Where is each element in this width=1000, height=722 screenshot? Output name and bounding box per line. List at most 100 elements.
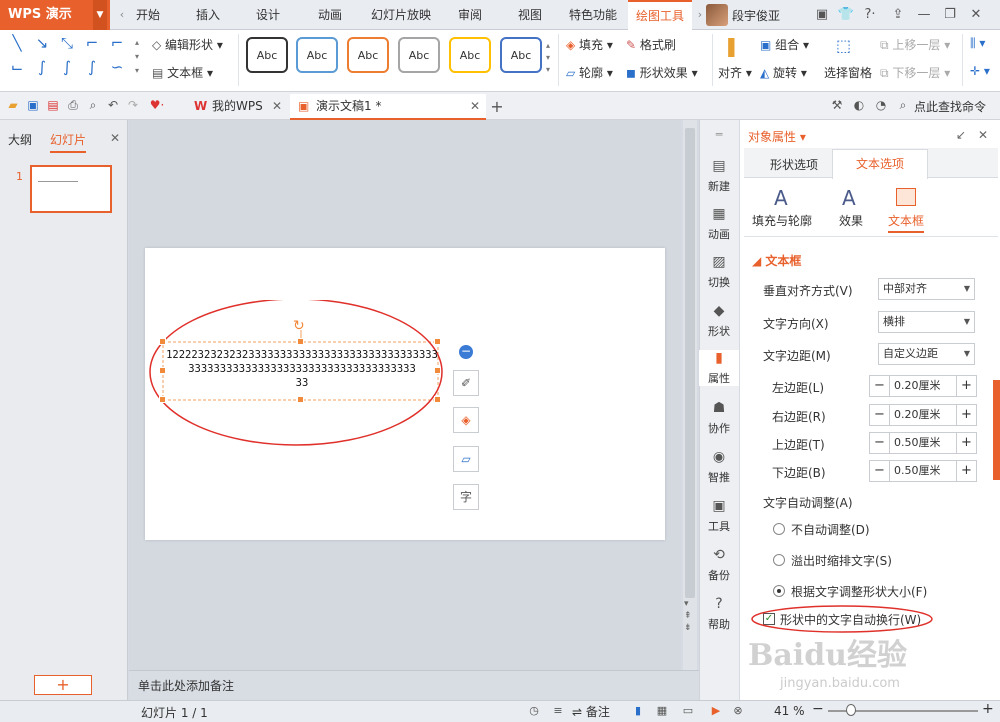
shape-style-1[interactable]: Abc [246,37,288,73]
outline-float-button[interactable]: ▱ [453,446,479,472]
collapse-icon[interactable]: − [459,345,473,359]
shape-style-float-button[interactable]: ✐ [453,370,479,396]
close-tab-icon[interactable]: ✕ [272,94,282,118]
close-icon[interactable]: ✕ [966,5,986,25]
tab-view[interactable]: 视图 [510,0,550,30]
group-button[interactable]: ▣ 组合 ▾ [760,36,809,53]
print-preview-icon[interactable]: ⌕ [84,96,102,114]
line-shapes-gallery[interactable]: ╲ ↘ ⤡ ⌐ ⌐ ⌙ ∫ ∫ ∫ ∽ [6,34,134,80]
shape-effects-button[interactable]: ◼ 形状效果 ▾ [626,64,698,81]
task-smart[interactable]: ◉ 智推 [699,449,739,485]
add-slide-button[interactable]: + [34,675,92,695]
decrement-icon[interactable]: − [870,461,890,481]
save-icon[interactable]: ▣ [24,96,42,114]
user-avatar[interactable] [706,4,728,26]
format-painter-button[interactable]: ✎ 格式刷 [626,36,676,53]
tab-review[interactable]: 审阅 [450,0,490,30]
object-properties-header[interactable]: 对象属性 ▾ [748,128,806,145]
user-name[interactable]: 段宇俊亚 [732,7,780,24]
resize-handle[interactable] [434,338,441,345]
resize-handle[interactable] [297,338,304,345]
subtab-effect[interactable]: 效果 [839,212,863,229]
tab-insert[interactable]: 插入 [188,0,228,30]
history-icon[interactable]: ◷ [526,703,542,719]
snap-icon[interactable]: ✛ ▾ [970,64,990,78]
dock-icon[interactable]: ↙ [956,128,966,142]
arrow-line-icon[interactable]: ↘ [31,34,53,52]
task-backup[interactable]: ⟲ 备份 [699,547,739,583]
skin-icon[interactable]: ▣ [812,5,832,25]
normal-view-icon[interactable]: ▮ [630,703,646,719]
shape-style-6[interactable]: Abc [500,37,542,73]
shirt-icon[interactable]: 👕 [836,5,856,25]
shape-style-5[interactable]: Abc [449,37,491,73]
subtab-textbox[interactable]: 文本框 [888,212,925,233]
close-pane-icon[interactable]: ✕ [978,128,988,142]
tab-text-options[interactable]: 文本选项 [832,149,928,179]
chevron-down-icon[interactable]: ▼ [93,0,107,30]
subtab-fill-outline[interactable]: 填充与轮廓 [752,212,812,229]
zoom-slider-thumb[interactable] [846,704,856,716]
notes-toggle[interactable]: ⇌ 备注 [572,703,610,720]
tab-special-features[interactable]: 特色功能 [565,0,621,30]
tab-design[interactable]: 设计 [248,0,288,30]
styles-more-icon[interactable]: ▴ ▾ ▾ [546,40,550,76]
open-folder-icon[interactable]: ▰ [4,96,22,114]
radio-shrink-on-overflow[interactable] [773,554,785,566]
elbow-connector-icon[interactable]: ⌐ [81,34,103,52]
tab-slides[interactable]: 幻灯片 [50,131,87,153]
restore-icon[interactable]: ❐ [940,5,960,25]
radio-resize-shape[interactable] [773,585,785,597]
task-new[interactable]: ▤ 新建 [699,158,739,194]
resize-shape-label[interactable]: 根据文字调整形状大小(F) [791,583,927,600]
task-animation[interactable]: ▦ 动画 [699,206,739,242]
undo-icon[interactable]: ↶ [104,96,122,114]
wps-app-menu-button[interactable]: WPS 演示 ▼ [0,0,110,30]
close-tab-icon[interactable]: ✕ [470,94,480,118]
right-margin-value[interactable]: 0.20厘米 [894,405,941,425]
elbow-double-icon[interactable]: ⌙ [6,58,28,76]
shape-style-3[interactable]: Abc [347,37,389,73]
decrement-icon[interactable]: − [870,405,890,425]
export-pdf-icon[interactable]: ▤ [44,96,62,114]
margin-select[interactable]: 自定义边距 ▼ [878,343,975,365]
bring-forward-button[interactable]: ⧉ 上移一层 ▾ [880,36,950,53]
increment-icon[interactable]: + [956,376,976,396]
tool-b-icon[interactable]: ◐ [850,96,868,114]
tool-a-icon[interactable]: ⚒ [828,96,846,114]
increment-icon[interactable]: + [956,433,976,453]
customize-icon[interactable]: ♥· [148,96,166,114]
task-properties[interactable]: ▮ 属性 [699,350,739,386]
resize-handle[interactable] [159,367,166,374]
drag-handle-icon[interactable]: ═ [699,128,739,141]
shape-style-2[interactable]: Abc [296,37,338,73]
zoom-menu-icon[interactable]: ⊗ [730,703,746,719]
line-icon[interactable]: ╲ [6,34,28,52]
radio-no-autofit[interactable] [773,523,785,535]
left-margin-stepper[interactable]: −0.20厘米 + [869,375,977,397]
bottom-margin-value[interactable]: 0.50厘米 [894,461,941,481]
tab-outline[interactable]: 大纲 [8,131,32,148]
slideshow-icon[interactable]: ▶ [708,703,724,719]
tab-drawing-tools[interactable]: 绘图工具 [628,0,692,30]
freeform-icon[interactable]: ∽ [106,58,128,76]
find-command-input[interactable]: 点此查找命令 [914,98,986,115]
top-margin-value[interactable]: 0.50厘米 [894,433,941,453]
shape-style-4[interactable]: Abc [398,37,440,73]
rotate-handle-icon[interactable]: ↻ [293,318,305,334]
help-icon[interactable]: ?· [860,5,880,25]
section-textbox[interactable]: ◢ 文本框 [752,252,801,269]
task-tools[interactable]: ▣ 工具 [699,498,739,534]
no-autofit-label[interactable]: 不自动调整(D) [791,521,870,538]
double-arrow-icon[interactable]: ⤡ [56,34,78,52]
scroll-nav-icons[interactable]: ▾ ⇞ ⇟ [684,598,692,634]
elbow-arrow-icon[interactable]: ⌐ [106,34,128,52]
send-backward-button[interactable]: ⧉ 下移一层 ▾ [880,64,950,81]
tool-c-icon[interactable]: ◔ [872,96,890,114]
tab-shape-options[interactable]: 形状选项 [770,156,818,173]
pane-scrollbar[interactable] [988,138,996,678]
edit-shape-button[interactable]: ◇ 编辑形状 ▾ [152,36,223,53]
valign-select[interactable]: 中部对齐 ▼ [878,278,975,300]
curve-connector-icon[interactable]: ∫ [31,58,53,76]
outline-button[interactable]: ▱ 轮廓 ▾ [566,64,613,81]
